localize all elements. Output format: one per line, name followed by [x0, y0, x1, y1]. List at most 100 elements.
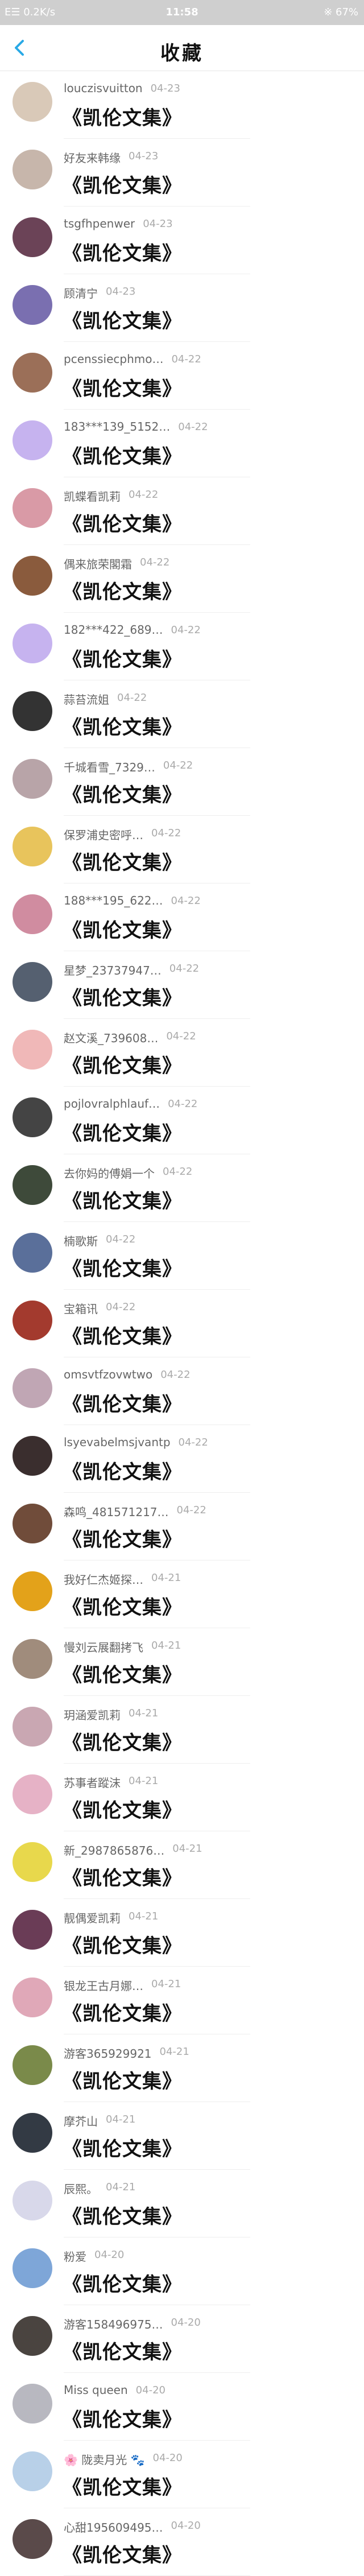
user-name[interactable]: 我好仁杰姬探…: [64, 1571, 143, 1587]
list-item[interactable]: 182***422_689… 04-22 《凯伦文集》: [0, 613, 364, 680]
avatar[interactable]: [13, 1571, 52, 1611]
work-title[interactable]: 《凯伦文集》: [63, 2201, 182, 2229]
user-name[interactable]: 保罗浦史密呼…: [64, 826, 143, 843]
list-item[interactable]: 慢刘云展翻拷飞 04-21 《凯伦文集》: [0, 1628, 364, 1696]
work-title[interactable]: 《凯伦文集》: [63, 1050, 182, 1078]
avatar[interactable]: [13, 556, 52, 596]
list-item[interactable]: 游客158496975… 04-20 《凯伦文集》: [0, 2305, 364, 2373]
user-name[interactable]: 好友来韩缘: [64, 149, 121, 166]
user-name[interactable]: louczisvuitton: [64, 81, 143, 95]
list-item[interactable]: Miss queen 04-20 《凯伦文集》: [0, 2373, 364, 2441]
avatar[interactable]: [13, 1097, 52, 1137]
work-title[interactable]: 《凯伦文集》: [63, 1727, 182, 1755]
avatar[interactable]: [13, 2113, 52, 2153]
avatar[interactable]: [13, 1842, 52, 1882]
avatar[interactable]: [13, 150, 52, 189]
list-item[interactable]: pojlovralphlauf… 04-22 《凯伦文集》: [0, 1087, 364, 1154]
list-item[interactable]: 宝箱讯 04-22 《凯伦文集》: [0, 1290, 364, 1357]
work-title[interactable]: 《凯伦文集》: [63, 1524, 182, 1552]
list-item[interactable]: 好友来韩缘 04-23 《凯伦文集》: [0, 139, 364, 207]
list-item[interactable]: 千城看雪_7329… 04-22 《凯伦文集》: [0, 748, 364, 816]
work-title[interactable]: 《凯伦文集》: [63, 2540, 182, 2567]
avatar[interactable]: [13, 217, 52, 257]
work-title[interactable]: 《凯伦文集》: [63, 644, 182, 672]
list-item[interactable]: 星梦_23737947… 04-22 《凯伦文集》: [0, 951, 364, 1019]
avatar[interactable]: [13, 1978, 52, 2017]
user-name[interactable]: 星梦_23737947…: [64, 961, 162, 978]
avatar[interactable]: [13, 1436, 52, 1476]
avatar[interactable]: [13, 420, 52, 460]
avatar[interactable]: [13, 353, 52, 393]
user-name[interactable]: 森鸣_481571217…: [64, 1503, 169, 1520]
work-title[interactable]: 《凯伦文集》: [63, 1253, 182, 1281]
work-title[interactable]: 《凯伦文集》: [63, 2133, 182, 2161]
work-title[interactable]: 《凯伦文集》: [63, 1592, 182, 1620]
list-item[interactable]: 玥涵爱凯莉 04-21 《凯伦文集》: [0, 1696, 364, 1764]
user-name[interactable]: lsyevabelmsjvantp: [64, 1435, 171, 1449]
work-title[interactable]: 《凯伦文集》: [63, 102, 182, 130]
avatar[interactable]: [13, 1030, 52, 1070]
avatar[interactable]: [13, 962, 52, 1002]
work-title[interactable]: 《凯伦文集》: [63, 847, 182, 875]
user-name[interactable]: 银龙王古月娜…: [64, 1977, 143, 1993]
avatar[interactable]: [13, 827, 52, 866]
avatar[interactable]: [13, 1301, 52, 1340]
avatar[interactable]: [13, 1504, 52, 1543]
user-name[interactable]: 靓偶爱凯莉: [64, 1909, 121, 1926]
user-name[interactable]: 顾清宁: [64, 284, 98, 301]
work-title[interactable]: 《凯伦文集》: [63, 2269, 182, 2297]
list-item[interactable]: pcenssiecphmo… 04-22 《凯伦文集》: [0, 342, 364, 410]
user-name[interactable]: 宝箱讯: [64, 1300, 98, 1316]
avatar[interactable]: [13, 1707, 52, 1747]
work-title[interactable]: 《凯伦文集》: [63, 2404, 182, 2432]
list-item[interactable]: 偶来旅荣閣霜 04-22 《凯伦文集》: [0, 545, 364, 613]
list-item[interactable]: 苏事者蹤沫 04-21 《凯伦文集》: [0, 1764, 364, 1831]
avatar[interactable]: [13, 2451, 52, 2491]
work-title[interactable]: 《凯伦文集》: [63, 1998, 182, 2026]
avatar[interactable]: [13, 691, 52, 731]
user-name[interactable]: 蒜苔流姐: [64, 691, 109, 707]
list-item[interactable]: 辰熙。 04-21 《凯伦文集》: [0, 2170, 364, 2238]
list-item[interactable]: 心甜195609495… 04-20 《凯伦文集》: [0, 2508, 364, 2576]
list-item[interactable]: 楠歌斯 04-22 《凯伦文集》: [0, 1222, 364, 1290]
user-name[interactable]: 182***422_689…: [64, 623, 163, 637]
user-name[interactable]: pojlovralphlauf…: [64, 1097, 160, 1111]
list-item[interactable]: 蒜苔流姐 04-22 《凯伦文集》: [0, 680, 364, 748]
user-name[interactable]: 偶来旅荣閣霜: [64, 555, 132, 572]
user-name[interactable]: 新_2987865876…: [64, 1842, 164, 1858]
work-title[interactable]: 《凯伦文集》: [63, 982, 182, 1010]
avatar[interactable]: [13, 1165, 52, 1205]
user-name[interactable]: tsgfhpenwer: [64, 217, 135, 230]
user-name[interactable]: Miss queen: [64, 2383, 128, 2397]
work-title[interactable]: 《凯伦文集》: [63, 2472, 182, 2500]
avatar[interactable]: [13, 1233, 52, 1273]
work-title[interactable]: 《凯伦文集》: [63, 1186, 182, 1213]
user-name[interactable]: 楠歌斯: [64, 1232, 98, 1249]
avatar[interactable]: [13, 759, 52, 799]
avatar[interactable]: [13, 2519, 52, 2559]
work-title[interactable]: 《凯伦文集》: [63, 576, 182, 604]
work-title[interactable]: 《凯伦文集》: [63, 712, 182, 740]
avatar[interactable]: [13, 2045, 52, 2085]
user-name[interactable]: 去你妈的傅娟一个: [64, 1165, 155, 1181]
work-title[interactable]: 《凯伦文集》: [63, 1456, 182, 1484]
avatar[interactable]: [13, 285, 52, 325]
list-item[interactable]: 顾清宁 04-23 《凯伦文集》: [0, 274, 364, 342]
avatar[interactable]: [13, 1368, 52, 1408]
list-item[interactable]: 去你妈的傅娟一个 04-22 《凯伦文集》: [0, 1154, 364, 1222]
list-item[interactable]: 摩芥山 04-21 《凯伦文集》: [0, 2102, 364, 2170]
work-title[interactable]: 《凯伦文集》: [63, 1389, 182, 1417]
list-item[interactable]: 粉爱 04-20 《凯伦文集》: [0, 2238, 364, 2305]
work-title[interactable]: 《凯伦文集》: [63, 238, 182, 266]
list-item[interactable]: 凯蝶看凯莉 04-22 《凯伦文集》: [0, 477, 364, 545]
user-name[interactable]: 慢刘云展翻拷飞: [64, 1638, 143, 1655]
list-item[interactable]: 183***139_5152… 04-22 《凯伦文集》: [0, 410, 364, 477]
list-item[interactable]: 银龙王古月娜… 04-21 《凯伦文集》: [0, 1967, 364, 2034]
list-item[interactable]: louczisvuitton 04-23 《凯伦文集》: [0, 71, 364, 139]
list-item[interactable]: 靓偶爱凯莉 04-21 《凯伦文集》: [0, 1899, 364, 1967]
work-title[interactable]: 《凯伦文集》: [63, 1930, 182, 1958]
avatar[interactable]: [13, 894, 52, 934]
avatar[interactable]: [13, 2248, 52, 2288]
work-title[interactable]: 《凯伦文集》: [63, 2336, 182, 2364]
work-title[interactable]: 《凯伦文集》: [63, 170, 182, 198]
